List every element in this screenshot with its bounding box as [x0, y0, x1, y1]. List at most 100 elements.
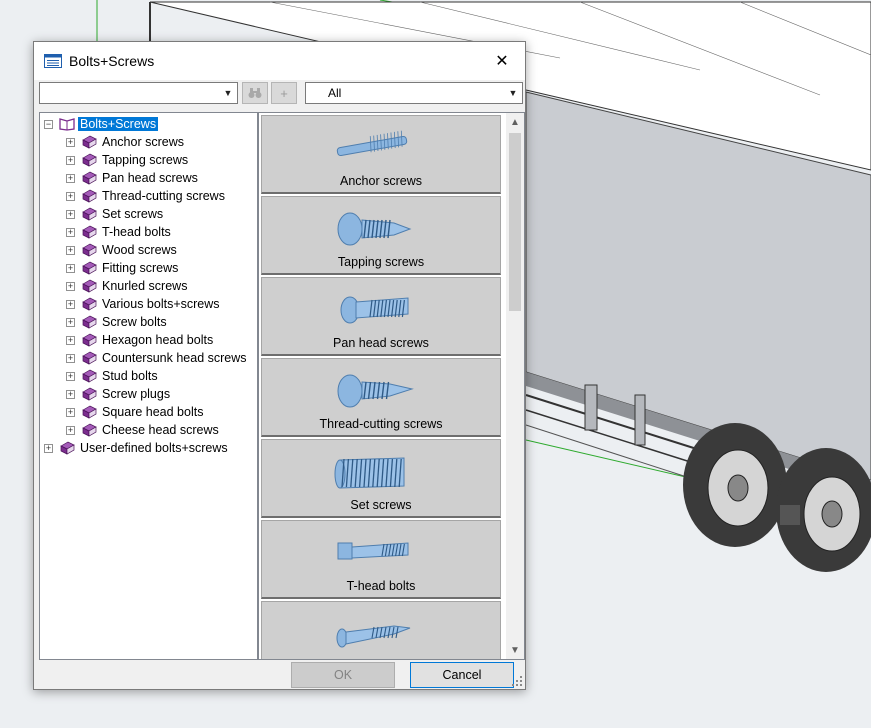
expand-icon[interactable]: +	[44, 443, 53, 453]
book-icon	[82, 315, 97, 329]
tree-item[interactable]: + Thread-cutting screws	[66, 187, 225, 205]
wheel-1	[683, 423, 787, 547]
expand-icon[interactable]: +	[66, 281, 75, 291]
tree-item-label: Tapping screws	[102, 153, 189, 167]
tree-item[interactable]: + Square head bolts	[66, 403, 203, 421]
book-icon	[82, 351, 97, 365]
tapping-screw-icon	[337, 212, 412, 246]
expand-icon[interactable]: +	[66, 137, 75, 147]
close-icon: ✕	[495, 53, 509, 70]
tree-item[interactable]: + Pan head screws	[66, 169, 198, 187]
expand-icon[interactable]: +	[66, 155, 75, 165]
tree-item[interactable]: + Stud bolts	[66, 367, 158, 385]
filter-dropdown-arrow-icon[interactable]: ▼	[504, 83, 522, 103]
tree-item[interactable]: + Hexagon head bolts	[66, 331, 213, 349]
tree-item-label: Set screws	[102, 207, 164, 221]
expand-icon[interactable]: +	[66, 173, 75, 183]
tree-item-label: Screw bolts	[102, 315, 167, 329]
scroll-down-icon[interactable]: ▼	[506, 641, 524, 659]
thread-cutting-screw-icon	[337, 374, 414, 408]
set-screw-icon	[334, 457, 405, 489]
tree-item[interactable]: + Countersunk head screws	[66, 349, 247, 367]
book-icon	[60, 441, 75, 455]
category-tree[interactable]: − Bolts+Screws + Anchor screws + Tapping scre…	[39, 112, 258, 660]
gallery-tile-label: Pan head screws	[333, 336, 429, 350]
search-dropdown-arrow-icon[interactable]: ▼	[219, 83, 237, 103]
open-book-icon	[59, 118, 75, 131]
book-icon	[82, 405, 97, 419]
expand-icon[interactable]: +	[66, 335, 75, 345]
tree-item[interactable]: + Cheese head screws	[66, 421, 219, 439]
book-icon	[82, 171, 97, 185]
resize-grip-icon[interactable]	[512, 676, 523, 687]
bolts-screws-dialog: Bolts+Screws ✕ ▼ + All ▼ − Bolts+Screws + A…	[33, 41, 526, 690]
expand-icon[interactable]: +	[66, 407, 75, 417]
gallery-tile[interactable]	[261, 601, 501, 659]
book-icon	[82, 153, 97, 167]
tree-item[interactable]: + Wood screws	[66, 241, 177, 259]
gallery-scrollbar[interactable]: ▲ ▼	[506, 113, 524, 659]
book-icon	[82, 135, 97, 149]
book-icon	[82, 225, 97, 239]
tree-item[interactable]: + Anchor screws	[66, 133, 184, 151]
tree-item[interactable]: + Screw bolts	[66, 313, 167, 331]
tree-item-label: Countersunk head screws	[102, 351, 247, 365]
expand-icon[interactable]: +	[66, 425, 75, 435]
expand-icon[interactable]: +	[66, 317, 75, 327]
tree-item-label: Screw plugs	[102, 387, 171, 401]
tree-item-label: Stud bolts	[102, 369, 158, 383]
tree-item[interactable]: + Set screws	[66, 205, 163, 223]
search-combobox[interactable]: ▼	[39, 82, 238, 104]
gallery-tile-label: T-head bolts	[346, 579, 416, 593]
expand-icon[interactable]: +	[66, 191, 75, 201]
book-icon	[82, 261, 97, 275]
gallery-tile-label: Tapping screws	[337, 255, 425, 269]
expand-icon[interactable]: +	[66, 227, 75, 237]
close-button[interactable]: ✕	[479, 42, 525, 80]
expand-icon[interactable]: +	[66, 353, 75, 363]
tree-item-label: Pan head screws	[102, 171, 198, 185]
tree-item-label: Square head bolts	[102, 405, 204, 419]
expand-icon[interactable]: +	[66, 245, 75, 255]
tree-item-label: Various bolts+screws	[102, 297, 220, 311]
plus-icon: +	[280, 85, 288, 101]
expand-icon[interactable]: +	[66, 209, 75, 219]
gallery-tile[interactable]: Tapping screws	[261, 196, 501, 275]
ok-button[interactable]: OK	[291, 662, 395, 688]
tree-item-label: Hexagon head bolts	[102, 333, 214, 347]
tree-item[interactable]: + Screw plugs	[66, 385, 170, 403]
gallery-tile[interactable]: Anchor screws	[261, 115, 501, 194]
find-button[interactable]	[242, 82, 268, 104]
tree-item[interactable]: + Various bolts+screws	[66, 295, 220, 313]
book-icon	[82, 207, 97, 221]
expand-icon[interactable]: +	[66, 389, 75, 399]
gallery-tile[interactable]: Set screws	[261, 439, 501, 518]
tree-item[interactable]: + Fitting screws	[66, 259, 178, 277]
book-icon	[82, 189, 97, 203]
tree-item-label: T-head bolts	[102, 225, 171, 239]
cancel-button[interactable]: Cancel	[410, 662, 514, 688]
preview-gallery[interactable]: T-head bolts Set screws Thread-cutting scr…	[258, 112, 525, 660]
gallery-tile[interactable]: Pan head screws	[261, 277, 501, 356]
expand-icon[interactable]: +	[66, 299, 75, 309]
collapse-icon[interactable]: −	[44, 119, 53, 129]
gallery-tile-label: Thread-cutting screws	[319, 417, 443, 431]
tree-item-label: Thread-cutting screws	[102, 189, 225, 203]
tree-item[interactable]: + Tapping screws	[66, 151, 188, 169]
catalog-window-icon	[44, 54, 62, 68]
scroll-up-icon[interactable]: ▲	[506, 113, 524, 131]
scroll-thumb[interactable]	[509, 133, 521, 311]
expand-icon[interactable]: +	[66, 371, 75, 381]
expand-icon[interactable]: +	[66, 263, 75, 273]
book-icon	[82, 297, 97, 311]
gallery-tile[interactable]: T-head bolts	[261, 520, 501, 599]
filter-combobox[interactable]: All ▼	[305, 82, 523, 104]
tree-item[interactable]: + Knurled screws	[66, 277, 187, 295]
tree-item[interactable]: + T-head bolts	[66, 223, 171, 241]
title-bar: Bolts+Screws ✕	[34, 42, 525, 80]
gallery-tile[interactable]: Thread-cutting screws	[261, 358, 501, 437]
tree-root-bolts-screws[interactable]: − Bolts+Screws	[44, 115, 159, 133]
book-icon	[82, 243, 97, 257]
tree-item-user-defined[interactable]: + User-defined bolts+screws	[44, 439, 228, 457]
add-button[interactable]: +	[271, 82, 297, 104]
